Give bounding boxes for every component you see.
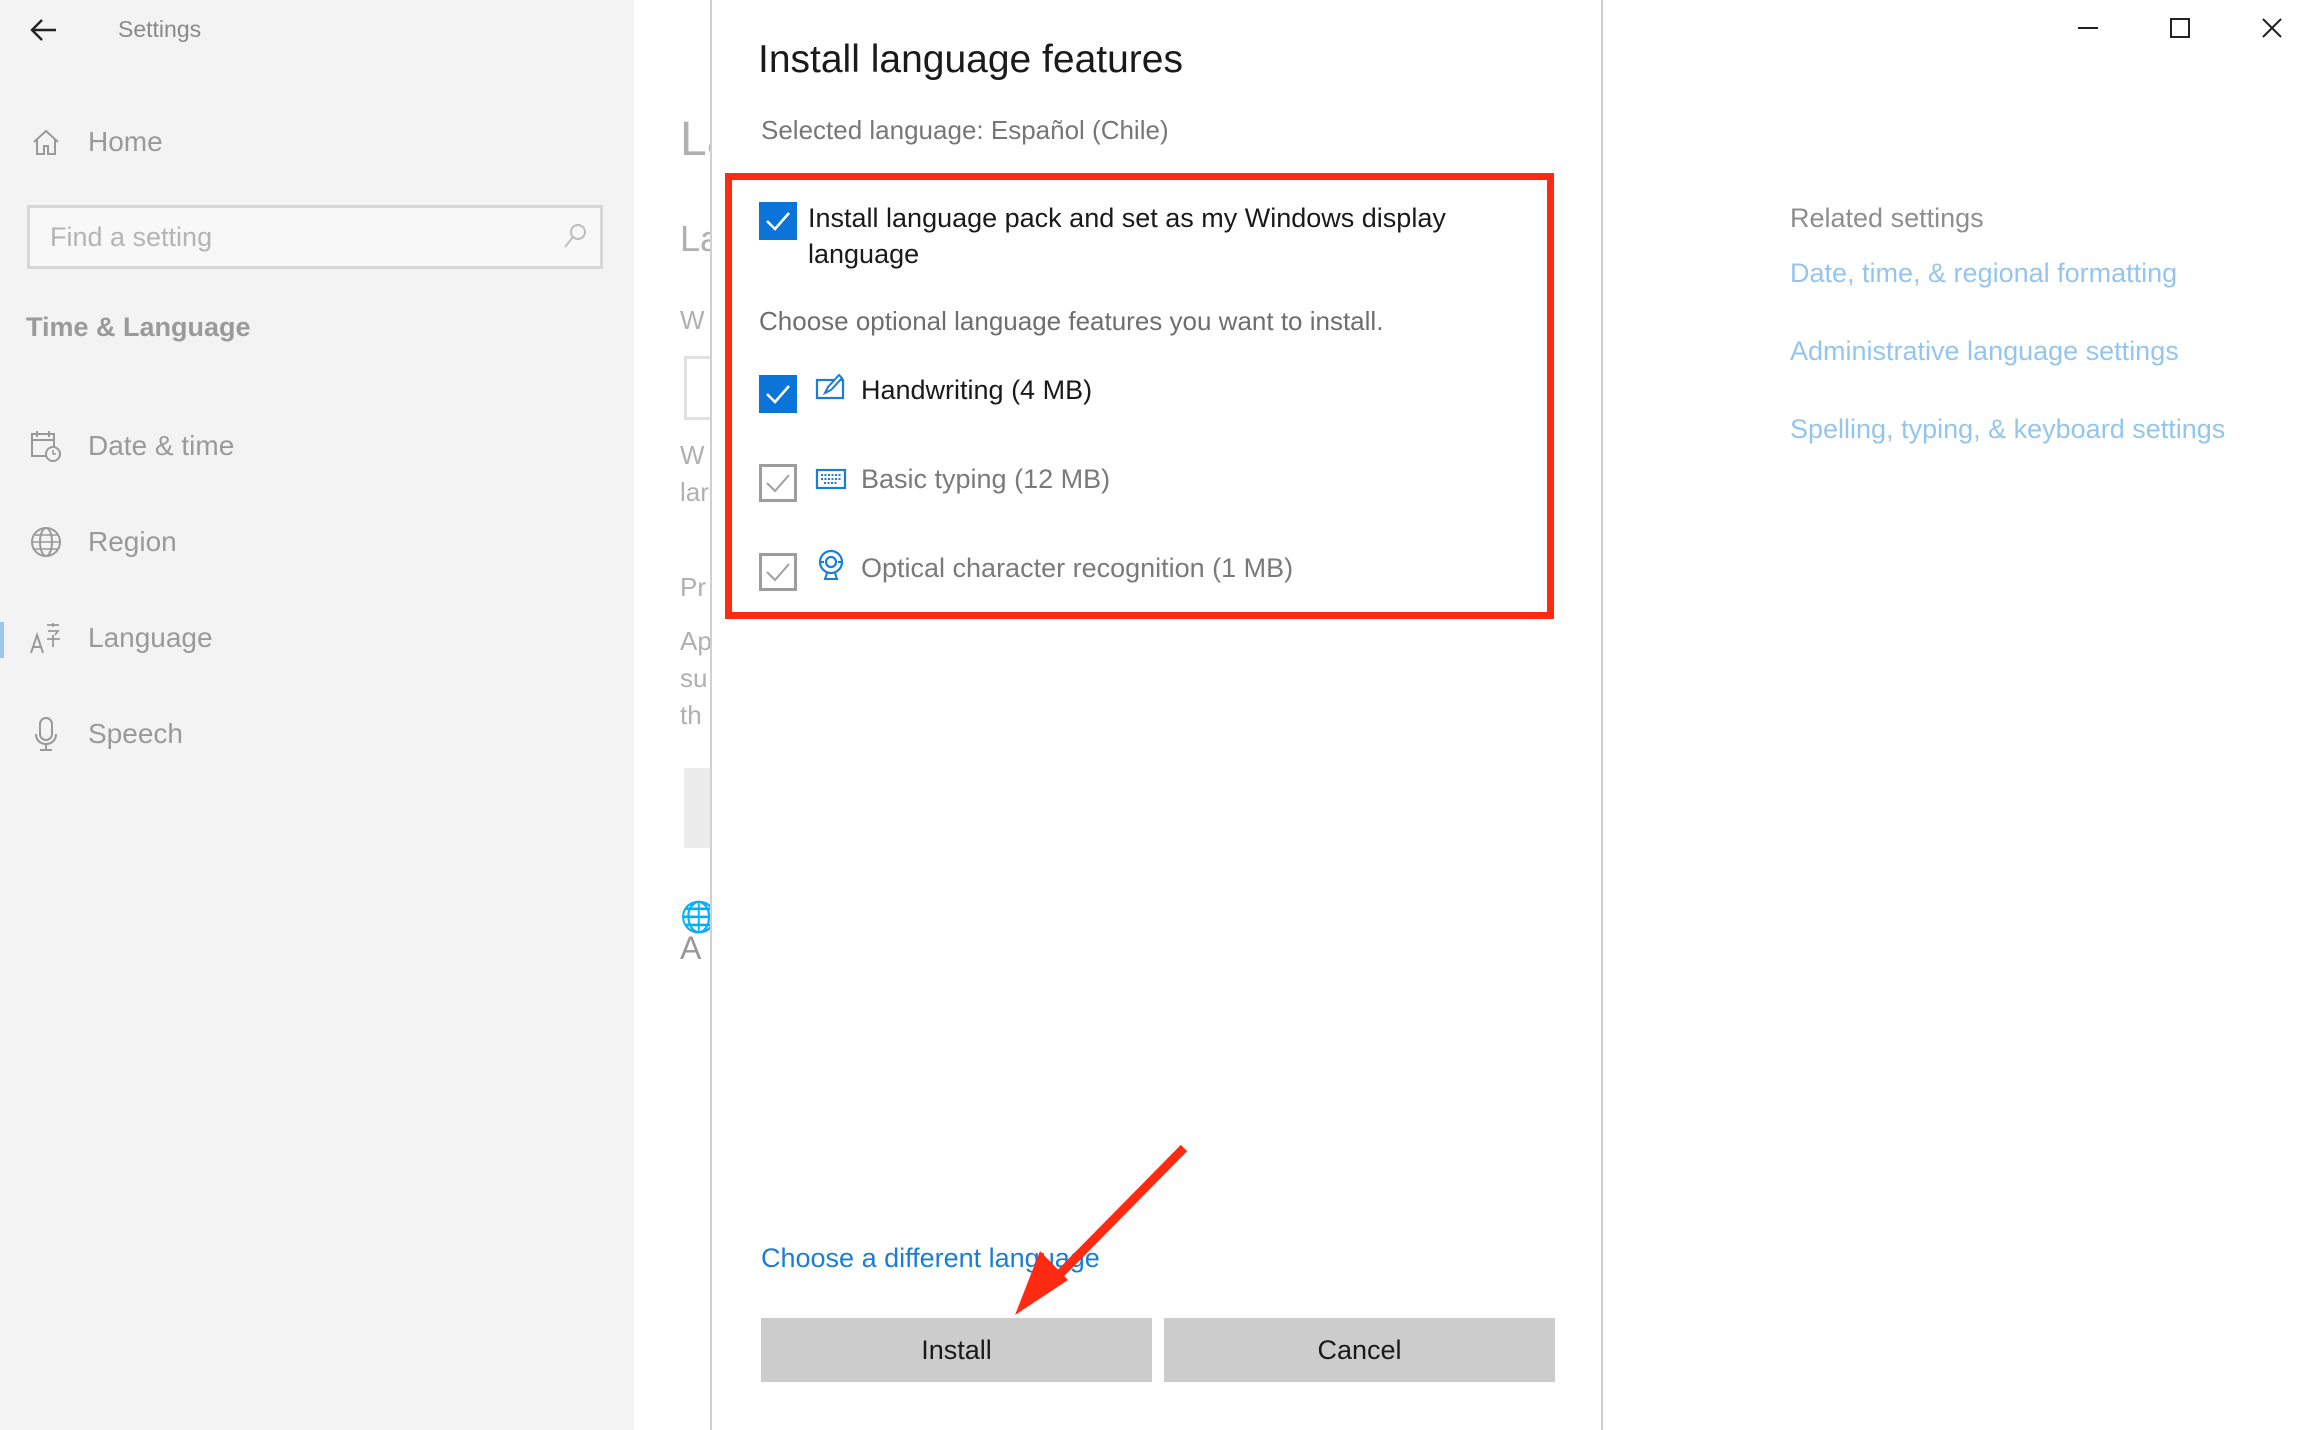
related-settings-heading: Related settings <box>1790 203 1984 233</box>
bg-text: lar <box>680 477 709 507</box>
bg-text: W <box>680 305 705 335</box>
install-language-features-dialog: Install language features Selected langu… <box>710 0 1603 1430</box>
checkmark-icon <box>766 212 790 231</box>
close-icon <box>2262 18 2282 38</box>
app-title: Settings <box>118 16 202 42</box>
minimize-button[interactable] <box>2058 8 2118 48</box>
checkmark-icon <box>766 563 790 582</box>
sidebar-item-label: Speech <box>88 718 183 749</box>
keyboard-icon <box>814 462 848 496</box>
checkmark-icon <box>766 385 790 404</box>
sidebar-item-label: Date & time <box>88 430 235 461</box>
microphone-icon <box>26 716 66 752</box>
background-language-page: La La W W lar Pr Ap su th 🌐 A <box>634 0 710 1430</box>
selected-language: Selected language: Español (Chile) <box>761 115 1169 145</box>
bg-text: Pr <box>680 572 706 602</box>
install-pack-label: Install language pack and set as my Wind… <box>808 203 1446 269</box>
globe-icon <box>26 525 66 559</box>
cancel-button[interactable]: Cancel <box>1164 1318 1555 1382</box>
install-button[interactable]: Install <box>761 1318 1152 1382</box>
bg-dropdown <box>684 356 710 420</box>
choose-different-language-link[interactable]: Choose a different language <box>761 1243 1100 1274</box>
maximize-icon <box>2170 18 2190 38</box>
sidebar-item-label: Home <box>88 126 163 157</box>
bg-text: A <box>680 930 702 966</box>
dialog-title: Install language features <box>758 38 1183 81</box>
search-icon <box>562 222 588 255</box>
related-link-admin-language[interactable]: Administrative language settings <box>1790 336 2179 367</box>
bg-button <box>684 768 710 848</box>
sidebar-item-label: Language <box>88 622 213 653</box>
bg-text: th <box>680 700 702 730</box>
calendar-clock-icon <box>26 429 66 463</box>
back-button[interactable] <box>22 10 66 50</box>
sidebar-item-language[interactable]: Language <box>0 608 634 668</box>
home-icon <box>26 127 66 157</box>
search-placeholder: Find a setting <box>50 222 213 252</box>
sidebar-item-label: Region <box>88 526 177 557</box>
bg-subheading: La <box>680 218 710 259</box>
basic-typing-checkbox[interactable] <box>759 464 797 502</box>
handwriting-label: Handwriting (4 MB) <box>861 375 1093 405</box>
search-input[interactable]: Find a setting <box>27 205 603 269</box>
related-link-spelling-typing[interactable]: Spelling, typing, & keyboard settings <box>1790 414 2225 445</box>
optional-features-hint: Choose optional language features you wa… <box>759 306 1384 336</box>
bg-text: su <box>680 663 708 693</box>
handwriting-checkbox[interactable] <box>759 375 797 413</box>
close-button[interactable] <box>2242 8 2302 48</box>
sidebar-item-region[interactable]: Region <box>0 512 634 572</box>
related-link-date-time-formatting[interactable]: Date, time, & regional formatting <box>1790 258 2177 289</box>
back-arrow-icon <box>30 19 56 41</box>
basic-typing-label: Basic typing (12 MB) <box>861 464 1111 494</box>
install-pack-checkbox[interactable] <box>759 202 797 240</box>
maximize-button[interactable] <box>2150 8 2210 48</box>
sidebar-item-speech[interactable]: Speech <box>0 704 634 764</box>
active-indicator <box>0 622 4 658</box>
sidebar-item-home[interactable]: Home <box>0 112 634 172</box>
bg-text: Ap <box>680 626 710 656</box>
bg-heading: La <box>680 113 710 166</box>
minimize-icon <box>2078 27 2098 29</box>
handwriting-icon <box>814 370 848 404</box>
ocr-label: Optical character recognition (1 MB) <box>861 553 1294 583</box>
ocr-checkbox[interactable] <box>759 553 797 591</box>
webcam-icon <box>814 548 848 582</box>
sidebar: Settings Home Find a setting Time & Lang… <box>0 0 634 1430</box>
sidebar-item-date-time[interactable]: Date & time <box>0 416 634 476</box>
checkmark-icon <box>766 474 790 493</box>
bg-text: W <box>680 440 705 470</box>
language-icon <box>26 621 66 655</box>
highlight-box: Install language pack and set as my Wind… <box>725 173 1554 619</box>
section-title: Time & Language <box>26 312 251 342</box>
